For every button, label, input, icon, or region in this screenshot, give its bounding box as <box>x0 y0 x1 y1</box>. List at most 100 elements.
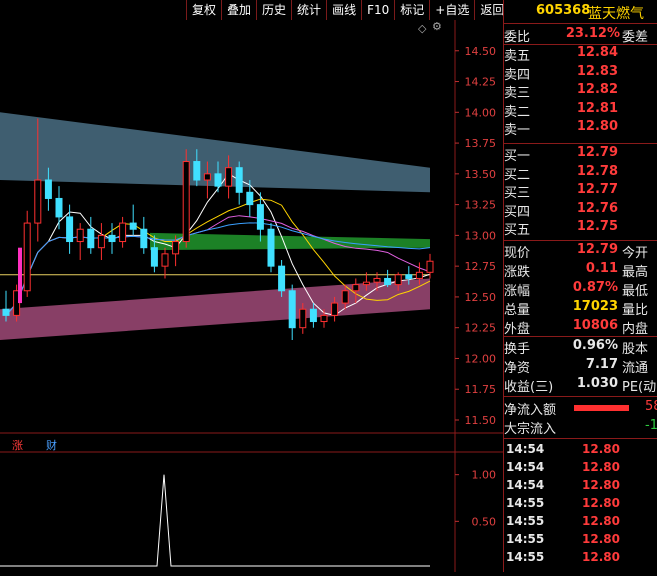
divider <box>504 336 657 337</box>
quote-value: 12.79 <box>576 242 618 257</box>
toolbar-button-6[interactable]: 标记 <box>394 0 429 20</box>
quote-label-2: 流通 <box>622 361 649 376</box>
divider <box>504 240 657 241</box>
quote-label-2: 内盘 <box>622 322 649 337</box>
trade-time: 14:54 <box>506 478 545 492</box>
indicator-tick-label: 0.50 <box>472 515 497 528</box>
divider <box>504 23 657 24</box>
candle-body <box>203 173 211 181</box>
bid-level-3[interactable]: 买三 12.77 <box>504 182 657 201</box>
indicator-tick-label: 1.00 <box>472 469 497 482</box>
quote-label-2: 最高 <box>622 265 649 280</box>
highlight-bar <box>18 247 22 304</box>
trade-time: 14:54 <box>506 460 545 474</box>
candle-body <box>161 253 169 267</box>
candle-body <box>119 222 127 243</box>
block-inflow-value: -1 <box>645 418 657 433</box>
trade-row: 14:54 12.80 <box>504 478 657 496</box>
bid-level-5[interactable]: 买五 12.75 <box>504 219 657 238</box>
quote-value: 0.11 <box>585 261 618 276</box>
bid-level-price: 12.76 <box>576 200 618 216</box>
trade-time: 14:54 <box>506 442 545 456</box>
candle-body <box>66 216 74 243</box>
y-tick-label: 13.00 <box>465 229 497 242</box>
bid-level-label: 买一 <box>504 149 531 164</box>
candle-body <box>140 228 148 249</box>
candle-body <box>235 167 243 193</box>
quote-value: 17023 <box>572 299 618 314</box>
weicha-label: 委差 <box>622 30 649 45</box>
candle-body <box>331 302 339 316</box>
divider <box>504 143 657 144</box>
quote2-row-2: 收益(三) 1.030 PE(动 <box>504 376 657 395</box>
y-tick-label: 13.25 <box>465 199 497 212</box>
candle-body <box>362 281 370 286</box>
ask-level-2[interactable]: 卖四 12.83 <box>504 64 657 83</box>
candle-body <box>256 204 264 230</box>
ask-level-label: 卖三 <box>504 86 531 102</box>
ask-level-3[interactable]: 卖三 12.82 <box>504 82 657 101</box>
bid-level-label: 买三 <box>504 186 531 202</box>
bid-level-2[interactable]: 买二 12.78 <box>504 164 657 183</box>
bid-level-1[interactable]: 买一 12.79 <box>504 145 657 164</box>
quote-label: 换手 <box>504 342 531 357</box>
candle-body <box>415 271 423 279</box>
chart-settings-icon[interactable]: ⚙ <box>432 20 442 33</box>
quote-label: 涨幅 <box>504 284 531 299</box>
ask-level-price: 12.83 <box>576 63 618 79</box>
candle-body <box>299 308 307 329</box>
bid-level-4[interactable]: 买四 12.76 <box>504 201 657 220</box>
chart-toolbar: 复权 叠加 历史 统计 画线 F10 标记 +自选 返回 <box>186 0 509 20</box>
y-tick-label: 12.25 <box>465 322 497 335</box>
candle-body <box>405 274 413 279</box>
diamond-icon[interactable]: ◇ <box>418 22 426 35</box>
y-tick-label: 13.75 <box>465 137 497 150</box>
candle-body <box>108 234 116 243</box>
bid-level-price: 12.75 <box>576 219 618 235</box>
toolbar-button-3[interactable]: 统计 <box>291 0 326 20</box>
y-tick-label: 12.75 <box>465 260 497 273</box>
quote-label: 收益(三) <box>504 380 554 395</box>
candle-body <box>129 222 137 230</box>
kline-chart[interactable]: 14.50 14.25 14.00 13.75 13.50 13.25 13.00 12.75… <box>0 20 503 572</box>
y-tick-label: 12.00 <box>465 352 497 365</box>
y-tick-label: 14.50 <box>465 45 497 58</box>
y-tick-label: 14.25 <box>465 76 497 89</box>
quote-row-3: 总量 17023 量比 <box>504 299 657 318</box>
toolbar-button-2[interactable]: 历史 <box>256 0 291 20</box>
trade-time: 14:55 <box>506 496 545 510</box>
candle-body <box>76 228 84 243</box>
toolbar-button-7[interactable]: +自选 <box>429 0 474 20</box>
bid-level-label: 买五 <box>504 223 531 239</box>
ask-level-5[interactable]: 卖一 12.80 <box>504 119 657 138</box>
ask-level-1[interactable]: 卖五 12.84 <box>504 45 657 64</box>
marker-cai[interactable]: 财 <box>46 437 57 453</box>
candle-body <box>97 234 105 249</box>
candle-body <box>394 274 402 286</box>
quote-panel: 605368 蓝天燃气 委比 23.12% 委差 卖五 12.84 卖四 12.83 卖三 12… <box>503 0 657 572</box>
stock-code: 605368 <box>536 3 591 18</box>
quote-label-2: 最低 <box>622 284 649 299</box>
ask-level-4[interactable]: 卖二 12.81 <box>504 101 657 120</box>
net-inflow-bar <box>574 405 629 411</box>
ask-level-label: 卖四 <box>504 67 531 83</box>
bid-level-label: 买四 <box>504 204 531 220</box>
trade-row: 14:55 12.80 <box>504 496 657 514</box>
quote-value: 10806 <box>572 318 618 333</box>
quote-label: 涨跌 <box>504 265 531 280</box>
y-tick-label: 14.00 <box>465 106 497 119</box>
marker-zhang[interactable]: 涨 <box>12 437 23 453</box>
toolbar-button-4[interactable]: 画线 <box>326 0 361 20</box>
quote-value: 0.96% <box>572 338 618 353</box>
toolbar-button-1[interactable]: 叠加 <box>221 0 256 20</box>
candle-body <box>267 228 275 267</box>
trade-time: 14:55 <box>506 532 545 546</box>
trade-row: 14:55 12.80 <box>504 532 657 550</box>
kline-chart-canvas[interactable]: 14.50 14.25 14.00 13.75 13.50 13.25 13.00 12.75… <box>0 20 503 572</box>
toolbar-button-0[interactable]: 复权 <box>186 0 221 20</box>
indicator-line <box>0 474 430 567</box>
trade-row: 14:54 12.80 <box>504 442 657 460</box>
quote-value: 1.030 <box>576 376 618 391</box>
candle-body <box>150 247 158 267</box>
toolbar-button-5[interactable]: F10 <box>361 0 394 20</box>
